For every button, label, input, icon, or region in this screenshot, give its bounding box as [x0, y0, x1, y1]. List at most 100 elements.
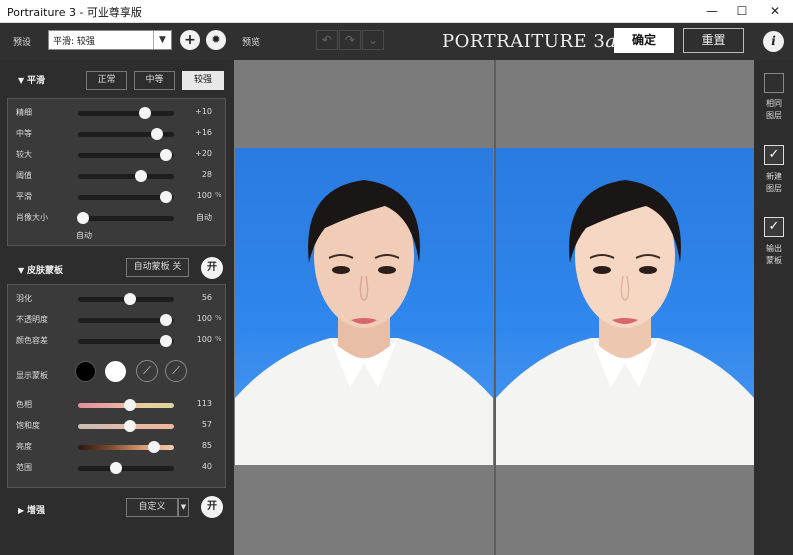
slider-knob[interactable]	[150, 128, 163, 140]
slider-value: 自动	[196, 213, 212, 222]
slider-track[interactable]	[78, 462, 174, 474]
slider-row: 中等 +16	[8, 124, 227, 144]
slider-value: 40	[201, 462, 212, 471]
slider-knob[interactable]	[160, 314, 173, 326]
check-icon: ✓	[768, 219, 780, 234]
eyedropper-plus-icon[interactable]: ⟋	[165, 360, 187, 382]
slider-track[interactable]	[78, 191, 174, 203]
eyedropper-icon[interactable]: ⟋	[136, 360, 158, 382]
info-icon[interactable]: i	[763, 31, 784, 52]
window-title: Portraiture 3 - 可业尊享版	[7, 6, 142, 19]
left-panel: ▼ 平滑 正常 中等 较强 精细 +10 中等 +16 较大 +20 阈值 28 平滑 100% 肖…	[0, 60, 233, 555]
skin-mask-header[interactable]: ▼ 皮肤蒙板	[0, 256, 233, 282]
slider-knob[interactable]	[139, 107, 152, 119]
portraiture-window: Portraiture 3 - 可业尊享版 — ☐ ✕ 预设 平滑: 较强 ▼ …	[0, 0, 793, 555]
slider-label: 较大	[16, 150, 32, 159]
show-mask-label: 显示蒙板	[16, 371, 48, 380]
preset-select[interactable]: 平滑: 较强 ▼	[48, 30, 172, 50]
slider-knob[interactable]	[123, 399, 136, 411]
ok-button[interactable]: 确定	[614, 28, 674, 53]
reset-button[interactable]: 重置	[683, 28, 744, 53]
slider-row: 阈值 28	[8, 166, 227, 186]
original-photo	[235, 148, 493, 465]
slider-label: 精细	[16, 108, 32, 117]
split-divider[interactable]	[494, 60, 496, 555]
slider-track[interactable]	[78, 441, 174, 453]
chevron-down-icon[interactable]: ▼	[178, 498, 189, 517]
output-options: 相同 图层 ✓ 新建 图层 ✓ 输出 蒙板	[755, 60, 793, 555]
slider-value: 57	[201, 420, 212, 429]
auto-mask-toggle[interactable]: 自动蒙板 关	[126, 258, 189, 277]
add-preset-button[interactable]: +	[180, 30, 200, 50]
enhance-on-button[interactable]: 开	[201, 496, 223, 518]
slider-track[interactable]	[78, 128, 174, 140]
slider-knob[interactable]	[147, 441, 160, 453]
slider-knob[interactable]	[135, 170, 148, 182]
enhance-preset-select[interactable]: 自定义	[126, 498, 178, 517]
slider-knob[interactable]	[76, 212, 89, 224]
slider-track[interactable]	[78, 314, 174, 326]
preset-medium-button[interactable]: 中等	[134, 71, 175, 90]
output-mask-label: 输出 蒙板	[766, 244, 782, 265]
close-button[interactable]: ✕	[760, 0, 790, 23]
slider-row: 范围 40	[8, 458, 227, 478]
slider-track[interactable]	[78, 335, 174, 347]
slider-track[interactable]	[78, 149, 174, 161]
redo-button[interactable]: ↷	[339, 30, 361, 50]
history-button[interactable]: ⌄	[362, 30, 384, 50]
smoothing-title: ▼ 平滑	[18, 76, 45, 86]
slider-knob[interactable]	[160, 335, 173, 347]
slider-value: 28	[201, 170, 212, 179]
slider-track[interactable]	[76, 212, 174, 224]
slider-knob[interactable]	[160, 149, 173, 161]
top-toolbar: 预设 平滑: 较强 ▼ + ✹ 预览 ↶ ↷ ⌄ PORTRAITURE 3ai…	[0, 23, 793, 60]
preset-normal-button[interactable]: 正常	[86, 71, 127, 90]
skin-mask-title: ▼ 皮肤蒙板	[18, 266, 63, 276]
undo-button[interactable]: ↶	[316, 30, 338, 50]
slider-label: 颜色容差	[16, 336, 48, 345]
mask-color-white-swatch[interactable]	[105, 361, 126, 382]
output-mask-checkbox[interactable]: ✓	[764, 217, 784, 237]
brand-logo: PORTRAITURE 3ai	[442, 31, 622, 52]
same-layer-checkbox[interactable]	[764, 73, 784, 93]
preset-value: 平滑: 较强	[53, 37, 95, 47]
slider-value: +10	[195, 107, 212, 116]
slider-track[interactable]	[78, 420, 174, 432]
slider-value: 100	[196, 314, 212, 323]
slider-label: 中等	[16, 129, 32, 138]
preset-label: 预设	[13, 38, 32, 48]
mask-color-black-swatch[interactable]	[75, 361, 96, 382]
skin-mask-controls: 显示蒙板 ⟋ ⟋ 羽化 56 不透明度 100% 颜色容差 100% 色相 113 饱和度 57 亮…	[7, 284, 226, 488]
retouched-photo	[496, 148, 754, 465]
percent-unit: %	[215, 191, 222, 199]
preset-strong-button[interactable]: 较强	[182, 71, 224, 90]
minimize-button[interactable]: —	[697, 0, 727, 23]
skin-mask-on-button[interactable]: 开	[201, 257, 223, 279]
slider-row: 色相 113	[8, 395, 227, 415]
slider-track[interactable]	[78, 293, 174, 305]
enhance-header[interactable]: ▶ 增强	[0, 496, 233, 522]
slider-row: 颜色容差 100%	[8, 331, 227, 351]
slider-track[interactable]	[78, 107, 174, 119]
slider-track[interactable]	[78, 399, 174, 411]
slider-row: 饱和度 57	[8, 416, 227, 436]
undo-icon: ↶	[321, 33, 333, 47]
redo-icon: ↷	[344, 33, 356, 47]
percent-unit: %	[215, 335, 222, 343]
smoothing-sliders: 精细 +10 中等 +16 较大 +20 阈值 28 平滑 100% 肖像大小 自动 自动	[7, 98, 226, 246]
slider-knob[interactable]	[160, 191, 173, 203]
new-layer-checkbox[interactable]: ✓	[764, 145, 784, 165]
slider-track[interactable]	[78, 170, 174, 182]
slider-value: +16	[195, 128, 212, 137]
slider-knob[interactable]	[123, 420, 136, 432]
portrait-after	[496, 180, 754, 465]
chevron-down-icon: ▼	[153, 31, 171, 49]
slider-knob[interactable]	[123, 293, 136, 305]
slider-label: 不透明度	[16, 315, 48, 324]
slider-value: 100	[196, 191, 212, 200]
preset-settings-button[interactable]: ✹	[206, 30, 226, 50]
slider-knob[interactable]	[110, 462, 123, 474]
maximize-button[interactable]: ☐	[727, 0, 757, 23]
slider-label: 饱和度	[16, 421, 40, 430]
slider-label: 亮度	[16, 442, 32, 451]
